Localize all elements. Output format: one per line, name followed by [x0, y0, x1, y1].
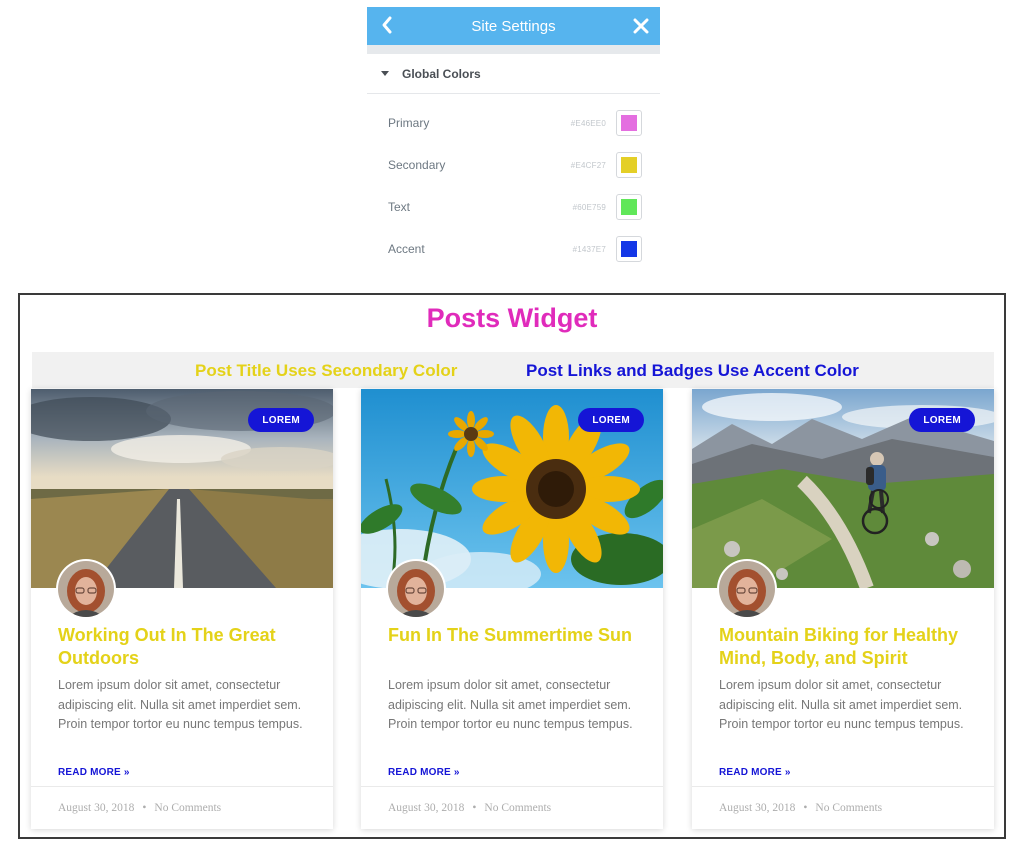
chevron-left-icon[interactable] [375, 12, 401, 38]
note-secondary: Post Title Uses Secondary Color [195, 361, 458, 380]
meta-separator: • [472, 802, 477, 814]
swatch-fill [621, 115, 637, 131]
color-row-accent: Accent #1437E7 [367, 228, 660, 270]
read-more-link[interactable]: READ MORE » [388, 767, 460, 778]
note-accent: Post Links and Badges Use Accent Color [526, 361, 859, 380]
color-notes-bar: Post Title Uses Secondary Color Post Lin… [32, 352, 994, 388]
post-card: LOREM Fun In The Summertime Sun Lorem ip… [361, 389, 663, 829]
post-date: August 30, 2018 [719, 802, 796, 814]
panel-divider [367, 45, 660, 54]
post-meta: August 30, 2018 • No Comments [31, 786, 333, 829]
caret-down-icon [381, 71, 389, 76]
panel-header: Site Settings [367, 7, 660, 45]
comments-link[interactable]: No Comments [815, 802, 882, 814]
posts-widget: Posts Widget Post Title Uses Secondary C… [18, 293, 1006, 839]
color-hex-value: #60E759 [572, 202, 606, 212]
color-swatch-accent[interactable] [616, 236, 642, 262]
post-title-link[interactable]: Working Out In The Great Outdoors [58, 624, 308, 670]
section-title: Global Colors [402, 66, 481, 81]
widget-title: Posts Widget [426, 303, 598, 333]
post-excerpt: Lorem ipsum dolor sit amet, consectetur … [719, 678, 964, 731]
comments-link[interactable]: No Comments [484, 802, 551, 814]
author-avatar[interactable] [388, 561, 444, 617]
post-excerpt: Lorem ipsum dolor sit amet, consectetur … [58, 678, 303, 731]
color-label: Primary [388, 116, 430, 130]
category-badge[interactable]: LOREM [248, 408, 314, 432]
color-swatch-secondary[interactable] [616, 152, 642, 178]
color-row-text: Text #60E759 [367, 186, 660, 228]
post-card: LOREM Mountain Biking for Healthy Mind, … [692, 389, 994, 829]
post-meta: August 30, 2018 • No Comments [692, 786, 994, 829]
post-date: August 30, 2018 [388, 802, 465, 814]
post-card: LOREM Working Out In The Great Outdoors … [31, 389, 333, 829]
read-more-link[interactable]: READ MORE » [58, 767, 130, 778]
site-settings-panel: Site Settings Global Colors Primary #E46… [367, 7, 660, 269]
comments-link[interactable]: No Comments [154, 802, 221, 814]
color-swatch-primary[interactable] [616, 110, 642, 136]
swatch-fill [621, 157, 637, 173]
color-label: Text [388, 200, 411, 214]
color-row-secondary: Secondary #E4CF27 [367, 144, 660, 186]
panel-title: Site Settings [471, 17, 556, 35]
post-title-link[interactable]: Mountain Biking for Healthy Mind, Body, … [719, 624, 969, 670]
meta-separator: • [142, 802, 147, 814]
post-title-link[interactable]: Fun In The Summertime Sun [388, 624, 638, 647]
color-label: Secondary [388, 158, 446, 172]
meta-separator: • [803, 802, 808, 814]
author-avatar[interactable] [719, 561, 775, 617]
color-swatch-text[interactable] [616, 194, 642, 220]
swatch-fill [621, 241, 637, 257]
close-icon[interactable] [628, 13, 654, 39]
color-hex-value: #E46EE0 [570, 118, 606, 128]
post-meta: August 30, 2018 • No Comments [361, 786, 663, 829]
read-more-link[interactable]: READ MORE » [719, 767, 791, 778]
color-hex-value: #1437E7 [572, 244, 606, 254]
category-badge[interactable]: LOREM [578, 408, 644, 432]
post-date: August 30, 2018 [58, 802, 135, 814]
color-list: Primary #E46EE0 Secondary #E4CF27 Text #… [367, 94, 660, 270]
color-label: Accent [388, 242, 425, 256]
post-excerpt: Lorem ipsum dolor sit amet, consectetur … [388, 678, 633, 731]
color-hex-value: #E4CF27 [570, 160, 606, 170]
category-badge[interactable]: LOREM [909, 408, 975, 432]
color-row-primary: Primary #E46EE0 [367, 102, 660, 144]
swatch-fill [621, 199, 637, 215]
global-colors-section-toggle[interactable]: Global Colors [367, 54, 660, 94]
author-avatar[interactable] [58, 561, 114, 617]
